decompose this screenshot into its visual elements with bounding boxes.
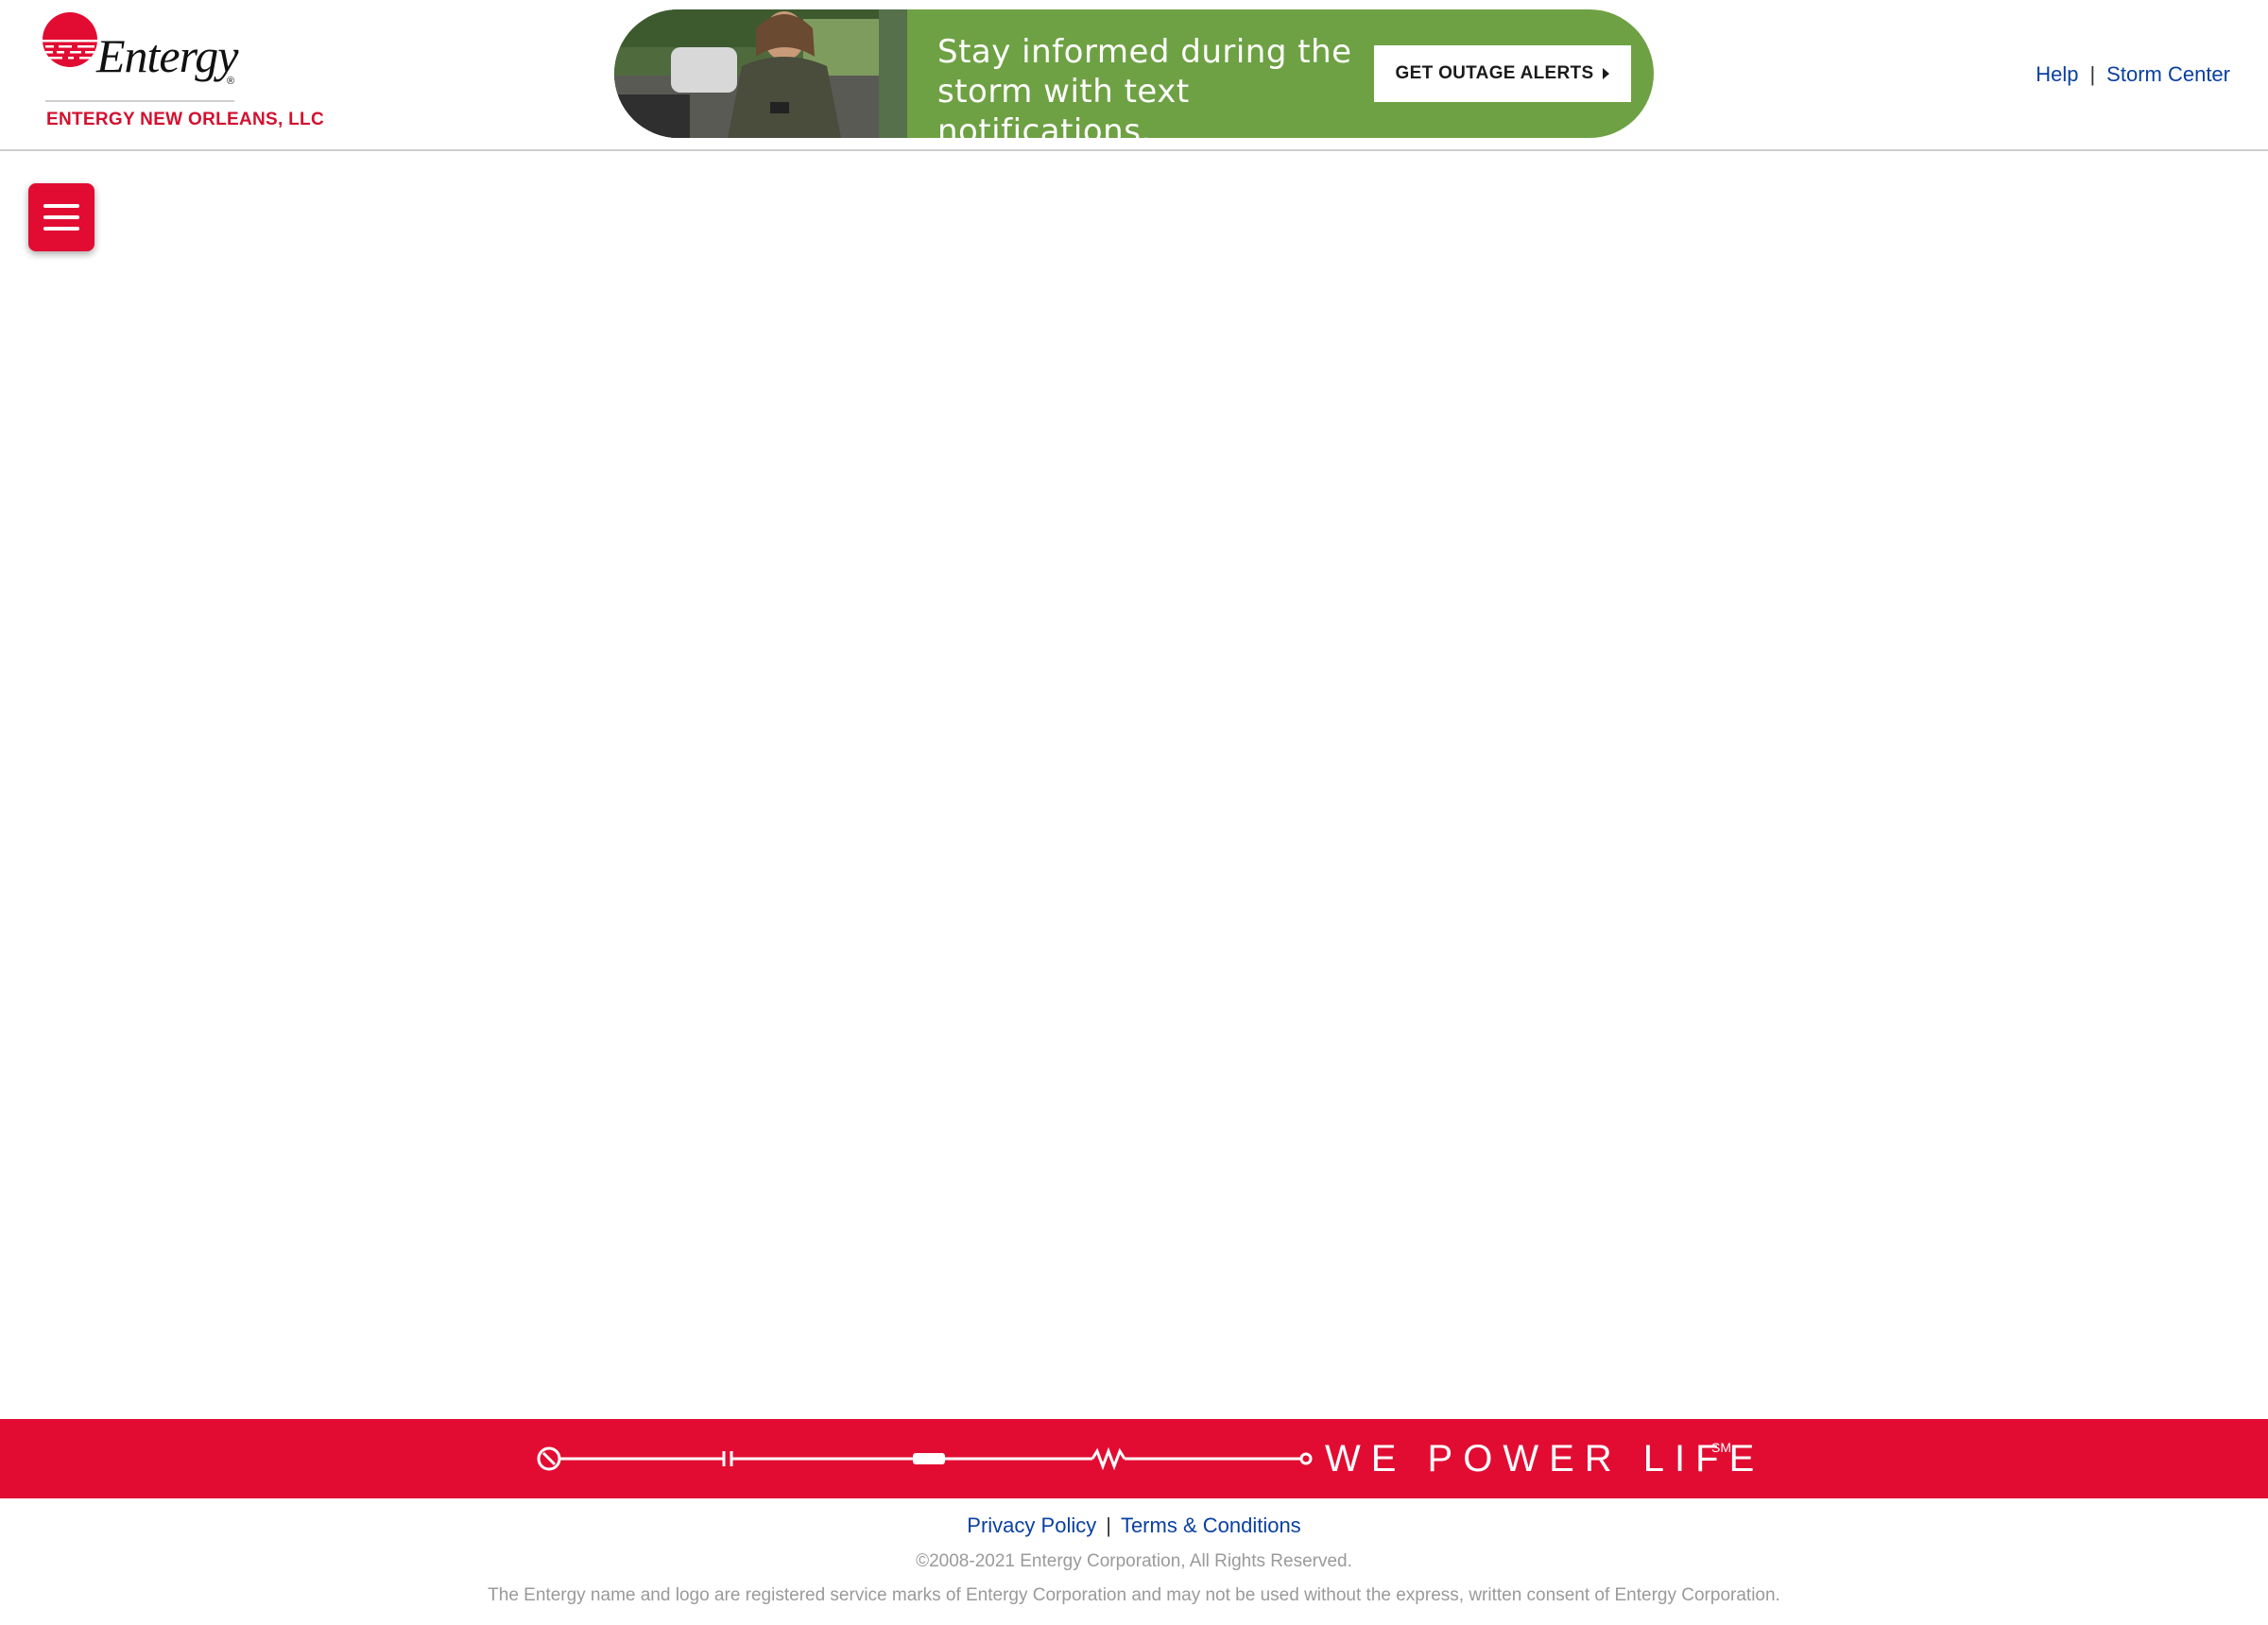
circuit-line-icon	[537, 1446, 1313, 1471]
banner-line-2: storm with text notifications.	[937, 73, 1190, 138]
woman-with-phone-image	[614, 9, 907, 138]
link-separator: |	[2089, 62, 2096, 86]
tagline: WE POWER LIFE	[1325, 1438, 1765, 1480]
hamburger-menu-icon-bar	[43, 227, 79, 231]
trademark-disclaimer: The Entergy name and logo are registered…	[488, 1585, 1780, 1605]
entergy-logo[interactable]: Entergy ® ENTERGY NEW ORLEANS, LLC	[42, 11, 325, 134]
site-header: Entergy ® ENTERGY NEW ORLEANS, LLC Stay …	[0, 0, 2268, 151]
logo-divider	[45, 100, 234, 102]
company-name: ENTERGY NEW ORLEANS, LLC	[46, 110, 324, 129]
hamburger-menu-button[interactable]	[28, 183, 94, 251]
banner-photo	[614, 9, 907, 138]
get-outage-alerts-label: GET OUTAGE ALERTS	[1395, 63, 1594, 83]
storm-center-link[interactable]: Storm Center	[2106, 62, 2230, 87]
privacy-policy-link[interactable]: Privacy Policy	[967, 1514, 1096, 1537]
header-links: Help | Storm Center	[2036, 62, 2230, 87]
outage-alerts-banner[interactable]: Stay informed during the storm with text…	[614, 9, 1654, 138]
banner-message: Stay informed during the storm with text…	[937, 32, 1353, 138]
registered-mark: ®	[227, 76, 235, 87]
logo-wordmark: Entergy	[96, 29, 238, 82]
caret-right-icon	[1603, 68, 1610, 79]
we-power-life-band: WE POWER LIFE SM	[0, 1419, 2268, 1498]
hamburger-menu-icon	[43, 204, 79, 208]
hamburger-menu-icon-bar	[43, 215, 79, 219]
service-mark: SM	[1711, 1440, 1731, 1455]
footer-link-separator: |	[1106, 1514, 1111, 1537]
banner-line-1: Stay informed during the	[937, 33, 1352, 71]
help-link[interactable]: Help	[2036, 62, 2078, 87]
get-outage-alerts-button[interactable]: GET OUTAGE ALERTS	[1374, 45, 1631, 102]
footer-links: Privacy Policy | Terms & Conditions	[0, 1514, 2268, 1538]
copyright-text: ©2008-2021 Entergy Corporation, All Righ…	[916, 1551, 1352, 1571]
entergy-globe-icon	[43, 12, 97, 67]
terms-conditions-link[interactable]: Terms & Conditions	[1121, 1514, 1301, 1537]
